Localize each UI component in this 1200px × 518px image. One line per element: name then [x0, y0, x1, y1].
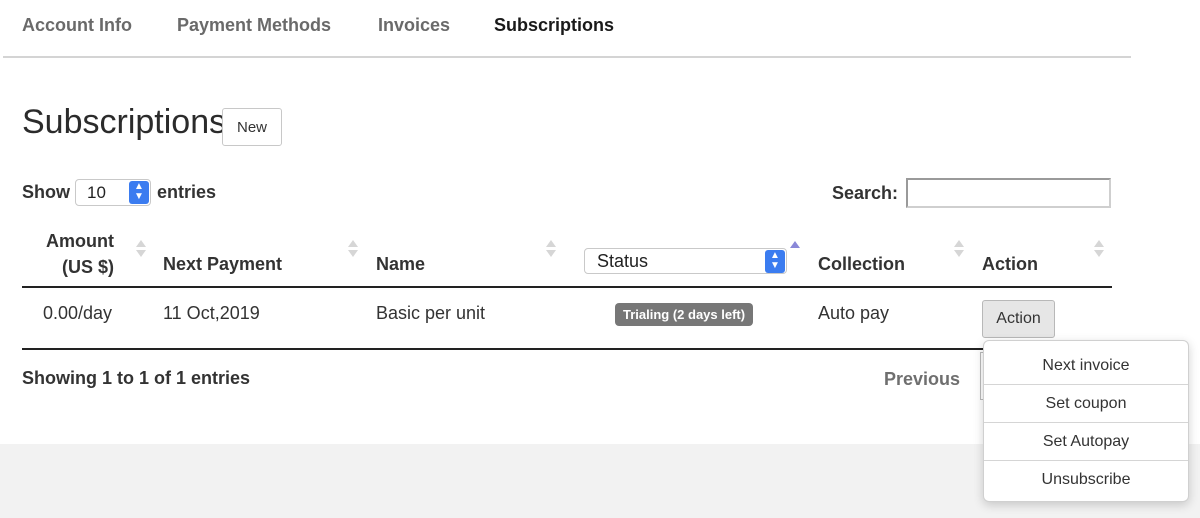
search-label: Search: [832, 183, 899, 203]
page-title: Subscriptions [22, 103, 227, 141]
entries-label: entries [157, 182, 217, 202]
sort-collection-icon[interactable] [954, 240, 964, 258]
column-header-next-payment[interactable]: Next Payment [163, 254, 282, 275]
column-header-amount[interactable]: Amount (US $) [46, 228, 114, 280]
previous-page-button[interactable]: Previous [884, 369, 960, 390]
sort-next-payment-icon[interactable] [348, 240, 358, 258]
status-badge: Trialing (2 days left) [615, 303, 754, 326]
table-footer-divider [22, 348, 1112, 350]
tab-account-info[interactable]: Account Info [22, 15, 132, 36]
status-filter-select[interactable]: Status ▲ ▼ [584, 248, 787, 274]
account-tabs: Account Info Payment Methods Invoices Su… [3, 0, 1131, 58]
column-header-name[interactable]: Name [376, 254, 425, 275]
action-dropdown-menu: Next invoice Set coupon Set Autopay Unsu… [983, 340, 1189, 502]
tab-invoices[interactable]: Invoices [378, 15, 450, 36]
select-stepper-icon: ▲ ▼ [129, 181, 149, 204]
new-subscription-button[interactable]: New [222, 108, 282, 146]
select-stepper-icon: ▲ ▼ [765, 250, 785, 273]
table-header-divider [22, 286, 1112, 288]
sort-amount-icon[interactable] [136, 240, 146, 258]
sort-ascending-icon[interactable] [790, 241, 800, 248]
status-filter-value: Status [597, 251, 649, 271]
cell-collection: Auto pay [818, 303, 890, 323]
column-header-collection[interactable]: Collection [818, 254, 905, 275]
entries-per-page-select[interactable]: 10 ▲ ▼ [75, 179, 151, 206]
search-input[interactable] [906, 178, 1111, 208]
cell-amount: 0.00/day [43, 303, 113, 323]
cell-name: Basic per unit [376, 303, 486, 323]
sort-action-icon[interactable] [1094, 240, 1104, 258]
show-label: Show [22, 182, 70, 202]
action-button[interactable]: Action [982, 300, 1055, 338]
entries-per-page-value: 10 [87, 183, 106, 202]
sort-name-icon[interactable] [546, 240, 556, 258]
tab-subscriptions[interactable]: Subscriptions [494, 15, 614, 36]
table-info: Showing 1 to 1 of 1 entries [22, 368, 251, 388]
cell-next-payment: 11 Oct,2019 [163, 303, 260, 323]
menu-item-set-coupon[interactable]: Set coupon [984, 385, 1188, 423]
tab-payment-methods[interactable]: Payment Methods [177, 15, 331, 36]
amount-header-line2: (US $) [61, 257, 114, 277]
amount-header-line1: Amount [46, 231, 114, 251]
column-header-action[interactable]: Action [982, 254, 1038, 275]
menu-item-next-invoice[interactable]: Next invoice [984, 347, 1188, 385]
menu-item-set-autopay[interactable]: Set Autopay [984, 423, 1188, 461]
menu-item-unsubscribe[interactable]: Unsubscribe [984, 461, 1188, 499]
